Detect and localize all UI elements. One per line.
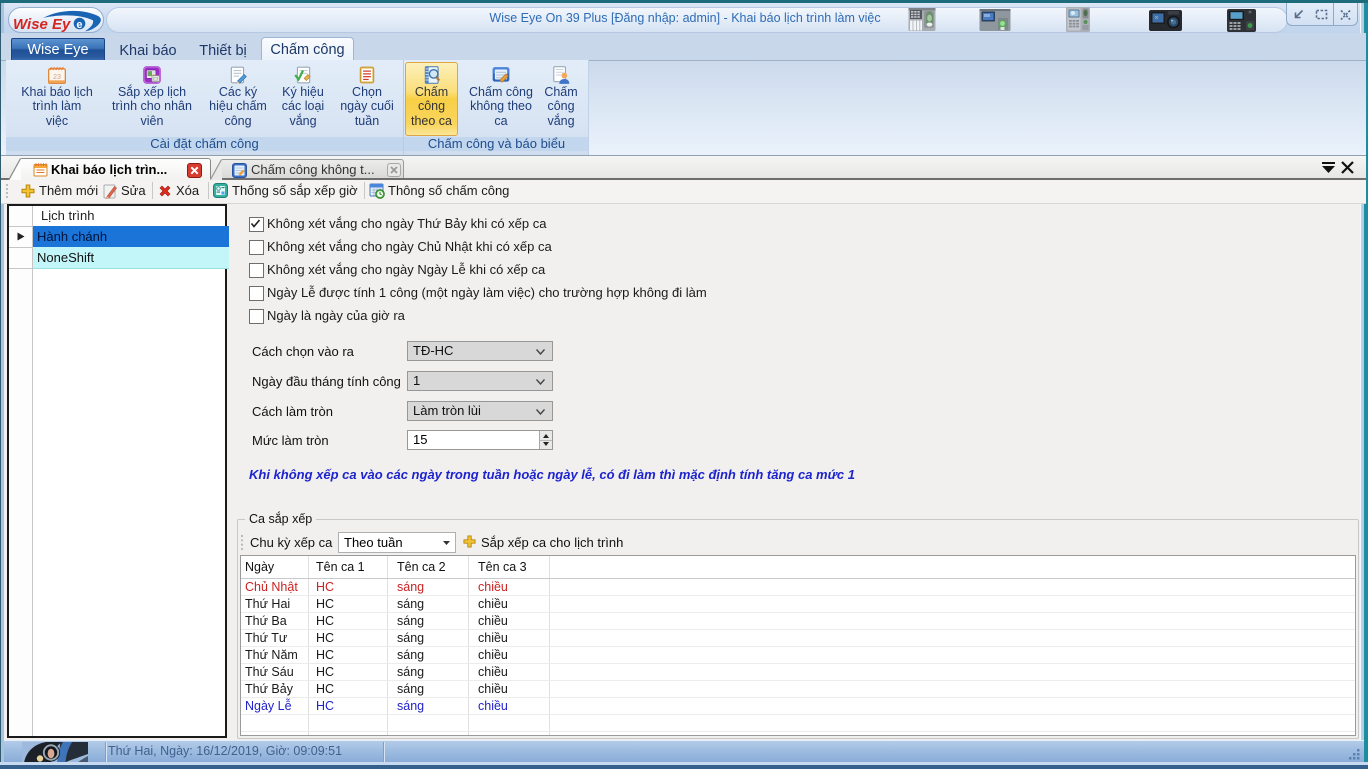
svg-text:e: e — [76, 19, 82, 31]
svg-text:Wise Ey: Wise Ey — [13, 16, 71, 32]
svg-text:23: 23 — [53, 72, 61, 81]
